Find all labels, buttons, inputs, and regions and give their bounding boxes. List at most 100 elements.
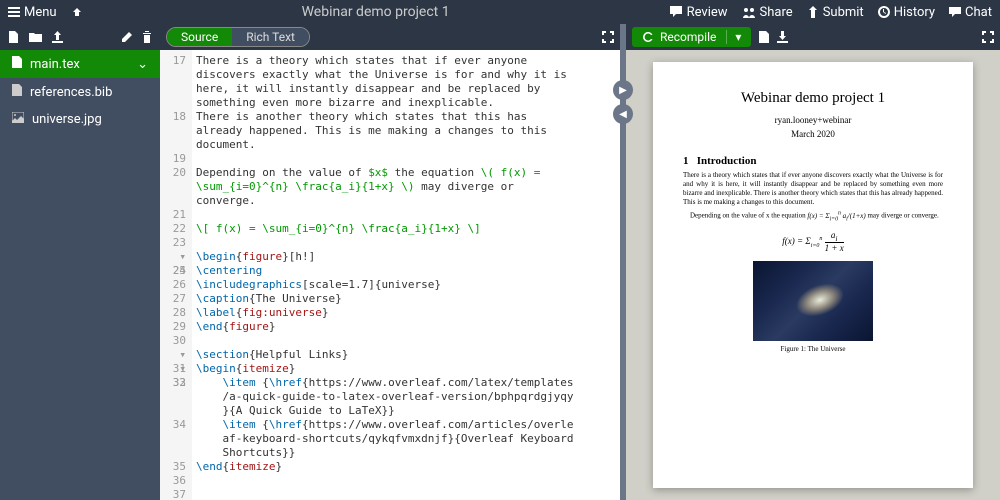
line-number: 18 xyxy=(160,110,186,124)
logs-button[interactable] xyxy=(759,31,769,43)
code-line[interactable]: There is a theory which states that if e… xyxy=(196,54,616,68)
code-line[interactable]: \includegraphics[scale=1.7]{universe} xyxy=(196,278,616,292)
line-number: 35 xyxy=(160,460,186,474)
submit-icon xyxy=(807,6,819,18)
code-line[interactable]: \begin{figure}[h!] xyxy=(196,250,616,264)
line-number: 21 xyxy=(160,208,186,222)
rename-button[interactable] xyxy=(121,31,132,43)
line-number xyxy=(160,82,186,96)
line-number xyxy=(160,124,186,138)
code-line[interactable]: \sum_{i=0}^{n} \frac{a_i}{1+x} \) may di… xyxy=(196,180,616,194)
code-line[interactable]: \[ f(x) = \sum_{i=0}^{n} \frac{a_i}{1+x}… xyxy=(196,222,616,236)
code-line[interactable]: }{A Quick Guide to LaTeX}} xyxy=(196,404,616,418)
code-line[interactable]: \item {\href{https://www.overleaf.com/la… xyxy=(196,376,616,390)
history-button[interactable]: History xyxy=(878,5,935,20)
code-line[interactable]: here, it will instantly disappear and be… xyxy=(196,82,616,96)
chat-icon xyxy=(949,6,961,18)
preview-expand-button[interactable] xyxy=(982,31,994,43)
line-number: 36 xyxy=(160,474,186,488)
editor-toolbar: Source Rich Text xyxy=(160,24,620,50)
recompile-dropdown[interactable]: ▾ xyxy=(726,30,741,44)
code-line[interactable] xyxy=(196,488,616,500)
line-number: 37 xyxy=(160,488,186,500)
doc-date: March 2020 xyxy=(683,129,943,139)
line-gutter: 17181920212223▾ 24252627282930▾ 31▾ 3233… xyxy=(160,50,192,500)
line-number: 26 xyxy=(160,278,186,292)
code-line[interactable]: \section{Helpful Links} xyxy=(196,348,616,362)
code-line[interactable] xyxy=(196,334,616,348)
line-number: ▾ 31 xyxy=(160,348,186,362)
preview-pane: Recompile ▾ Webinar demo project 1 ryan.… xyxy=(626,24,1000,500)
submit-button[interactable]: Submit xyxy=(807,5,864,20)
top-bar: Menu Webinar demo project 1 Review Share… xyxy=(0,0,1000,24)
code-line[interactable]: \end{figure} xyxy=(196,320,616,334)
share-button[interactable]: Share xyxy=(742,5,793,20)
history-label: History xyxy=(894,5,935,20)
file-item[interactable]: references.bib xyxy=(0,78,160,106)
code-area[interactable]: There is a theory which states that if e… xyxy=(192,50,620,500)
code-line[interactable]: converge. xyxy=(196,194,616,208)
menu-button[interactable]: Menu xyxy=(8,5,57,20)
new-folder-button[interactable] xyxy=(29,31,42,43)
file-icon xyxy=(12,56,22,72)
code-line[interactable]: /a-quick-guide-to-latex-overleaf-version… xyxy=(196,390,616,404)
doc-figure: Figure 1: The Universe xyxy=(683,261,943,353)
line-number: 22 xyxy=(160,222,186,236)
pane-divider[interactable]: ▶ ◀ xyxy=(620,24,626,500)
line-number xyxy=(160,194,186,208)
up-button[interactable] xyxy=(71,6,83,18)
chevron-down-icon[interactable]: ⌄ xyxy=(137,57,148,72)
code-line[interactable]: \begin{itemize} xyxy=(196,362,616,376)
collapse-right-icon[interactable]: ▶ xyxy=(613,80,633,100)
line-number xyxy=(160,390,186,404)
collapse-left-icon[interactable]: ◀ xyxy=(613,104,633,124)
file-list: main.tex⌄references.bibuniverse.jpg xyxy=(0,50,160,133)
code-line[interactable]: Shortcuts}} xyxy=(196,446,616,460)
code-editor[interactable]: 17181920212223▾ 24252627282930▾ 31▾ 3233… xyxy=(160,50,620,500)
code-line[interactable]: There is another theory which states tha… xyxy=(196,110,616,124)
doc-equation: f(x) = Σi=0n ai1 + x xyxy=(683,230,943,254)
pdf-viewer[interactable]: Webinar demo project 1 ryan.looney+webin… xyxy=(626,50,1000,500)
code-line[interactable]: discovers exactly what the Universe is f… xyxy=(196,68,616,82)
code-line[interactable]: document. xyxy=(196,138,616,152)
tab-richtext[interactable]: Rich Text xyxy=(232,28,309,46)
chat-button[interactable]: Chat xyxy=(949,5,992,20)
new-file-button[interactable] xyxy=(8,31,19,43)
line-number: 33 xyxy=(160,376,186,390)
code-line[interactable] xyxy=(196,208,616,222)
share-label: Share xyxy=(760,5,793,20)
editor-expand-button[interactable] xyxy=(602,31,614,43)
code-line[interactable]: \caption{The Universe} xyxy=(196,292,616,306)
pdf-page: Webinar demo project 1 ryan.looney+webin… xyxy=(653,62,973,488)
code-line[interactable]: already happened. This is me making a ch… xyxy=(196,124,616,138)
line-number xyxy=(160,432,186,446)
upload-button[interactable] xyxy=(52,31,63,43)
code-line[interactable] xyxy=(196,152,616,166)
code-line[interactable] xyxy=(196,474,616,488)
file-icon xyxy=(12,112,24,127)
code-line[interactable]: \item {\href{https://www.overleaf.com/ar… xyxy=(196,418,616,432)
editor-mode-tabs: Source Rich Text xyxy=(166,27,310,47)
tab-source[interactable]: Source xyxy=(167,28,232,46)
recompile-button[interactable]: Recompile ▾ xyxy=(632,27,751,47)
new-folder-icon xyxy=(29,32,42,43)
line-number xyxy=(160,404,186,418)
trash-icon xyxy=(142,31,152,43)
code-line[interactable]: \end{itemize} xyxy=(196,460,616,474)
doc-author: ryan.looney+webinar xyxy=(683,115,943,125)
code-line[interactable]: af-keyboard-shortcuts/qykqfvmxdnjf}{Over… xyxy=(196,432,616,446)
review-button[interactable]: Review xyxy=(669,5,728,20)
universe-image xyxy=(753,261,873,341)
delete-button[interactable] xyxy=(142,31,152,43)
download-button[interactable] xyxy=(777,31,788,43)
code-line[interactable]: \label{fig:universe} xyxy=(196,306,616,320)
file-item[interactable]: universe.jpg xyxy=(0,106,160,133)
code-line[interactable] xyxy=(196,236,616,250)
code-line[interactable]: Depending on the value of $x$ the equati… xyxy=(196,166,616,180)
code-line[interactable]: \centering xyxy=(196,264,616,278)
download-icon xyxy=(777,31,788,43)
sidebar-toolbar xyxy=(0,24,160,50)
code-line[interactable]: something even more bizarre and inexplic… xyxy=(196,96,616,110)
line-number: 19 xyxy=(160,152,186,166)
file-item[interactable]: main.tex⌄ xyxy=(0,50,160,78)
